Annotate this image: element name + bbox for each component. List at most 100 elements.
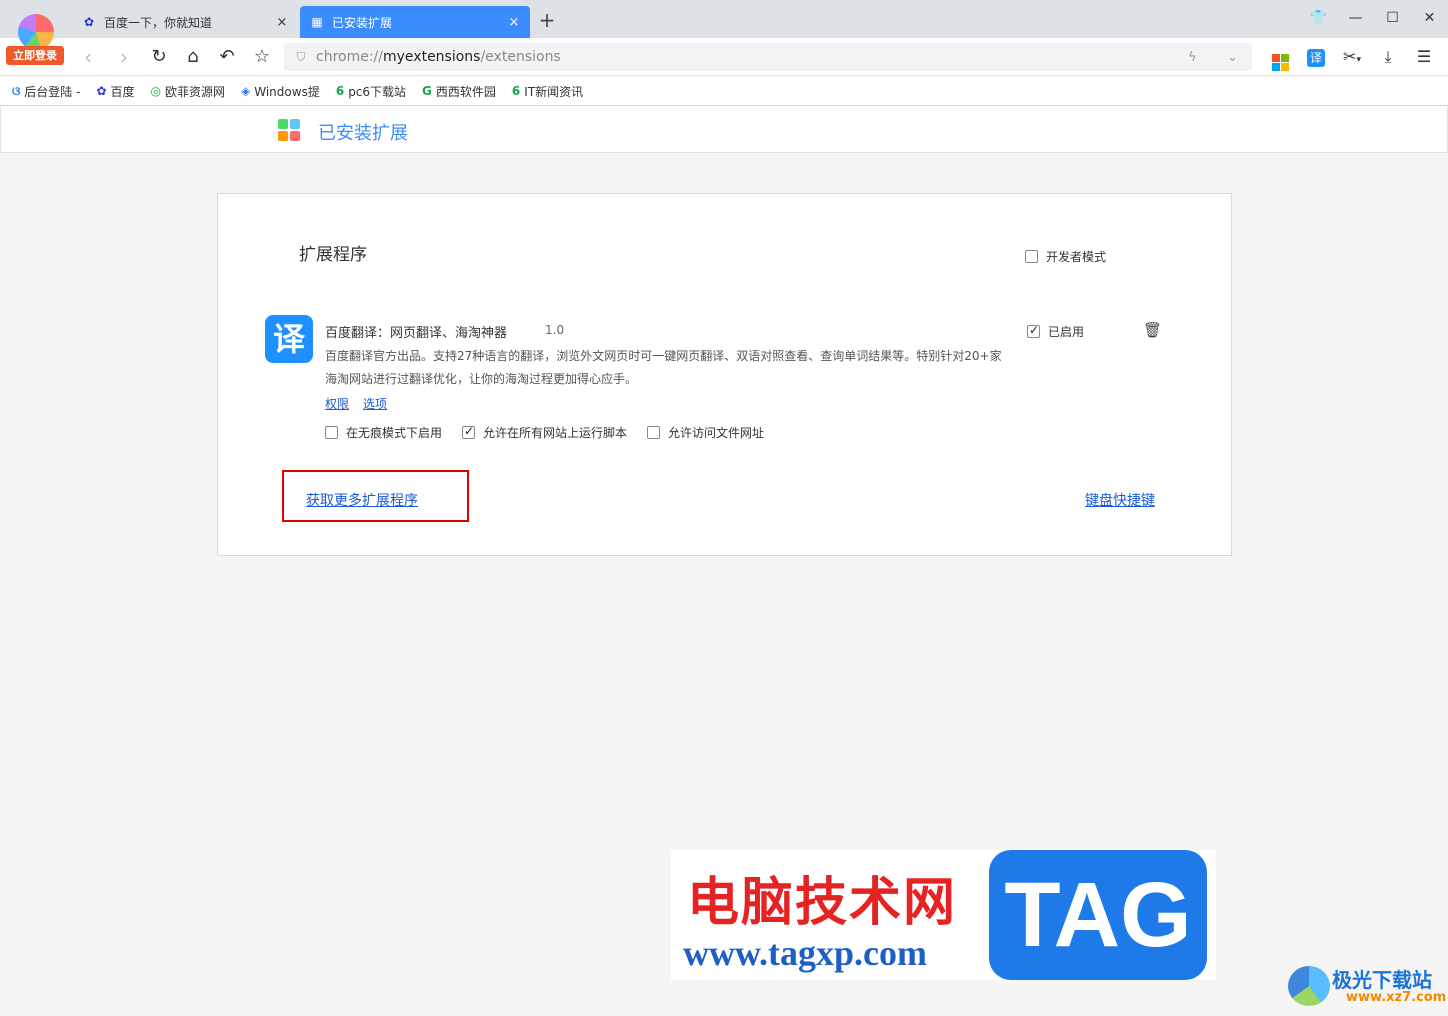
xixi-icon: G: [422, 84, 432, 98]
back-button[interactable]: ‹: [74, 44, 102, 70]
developer-mode-label: 开发者模式: [1046, 250, 1107, 264]
all-sites-checkbox[interactable]: [462, 424, 476, 439]
file-urls-checkbox[interactable]: [647, 426, 661, 439]
new-tab-button[interactable]: +: [536, 8, 558, 32]
page-header: 已安装扩展: [0, 107, 1448, 153]
undo-close-button[interactable]: ↶: [213, 44, 241, 70]
url-text[interactable]: chrome://myextensions/extensions: [316, 49, 1188, 65]
bookmarks-bar: ଓ 后台登陆 - ✿ 百度 ◎ 欧菲资源网 ◈ Windows提 6 pc6下载站 G 西西…: [0, 77, 1448, 106]
apps-grid-icon: [1271, 54, 1289, 71]
pc6-icon: 6: [335, 84, 345, 98]
toolbar-icons: 译 ✂▾ ⤓ ☰: [1262, 44, 1442, 71]
toolbar: ‹ › ↻ ⌂ ↶ ☆ ⛉ chrome://myextensions/exte…: [0, 38, 1448, 76]
file-urls-option[interactable]: 允许访问文件网址: [647, 424, 764, 441]
close-window-button[interactable]: ✕: [1411, 0, 1448, 36]
extension-links: 权限 选项: [325, 395, 387, 412]
trash-icon[interactable]: 🗑: [1143, 321, 1162, 339]
enabled-checkbox[interactable]: [1027, 323, 1040, 338]
all-sites-option[interactable]: 允许在所有网站上运行脚本: [462, 424, 627, 441]
watermark-url: www.tagxp.com: [683, 933, 927, 973]
watermark-tag-badge: TAG: [989, 850, 1207, 980]
lightning-icon[interactable]: ϟ: [1188, 50, 1197, 65]
scissors-icon: ✂: [1343, 47, 1357, 66]
bookmark-label: 西西软件园: [435, 84, 496, 99]
options-link[interactable]: 选项: [363, 395, 387, 412]
bookmark-label: pc6下载站: [348, 84, 407, 99]
watermark-xz7: 极光下载站 www.xz7.com: [1288, 962, 1446, 1012]
login-badge[interactable]: 立即登录: [6, 46, 64, 65]
xz7-logo-icon: [1288, 966, 1330, 1006]
extension-name: 百度翻译：网页翻译、海淘神器: [325, 326, 508, 341]
extension-version: 1.0: [545, 323, 565, 337]
section-title: 扩展程序: [299, 245, 367, 265]
bookmark-item[interactable]: ଓ 后台登陆 -: [12, 83, 80, 100]
reload-button[interactable]: ↻: [145, 44, 173, 70]
close-icon[interactable]: ×: [504, 15, 524, 30]
translate-icon: 译: [265, 315, 313, 363]
bookmark-label: Windows提: [254, 84, 320, 99]
watermark-cn-text: 电脑技术网: [687, 872, 958, 933]
bookmark-item[interactable]: 6 IT新闻资讯: [512, 83, 583, 100]
tab-title: 百度一下，你就知道: [104, 15, 213, 30]
watermark-tagxp: 电脑技术网 www.tagxp.com TAG: [671, 850, 1216, 980]
enabled-toggle[interactable]: 已启用: [1027, 323, 1084, 340]
incognito-checkbox[interactable]: [325, 426, 338, 439]
translate-icon: 译: [1307, 49, 1325, 67]
screenshot-button[interactable]: ✂▾: [1334, 44, 1370, 70]
tab-baidu[interactable]: ✿ 百度一下，你就知道 ×: [72, 6, 298, 38]
window-controls: 👕 — ☐ ✕: [1300, 0, 1448, 36]
bookmark-item[interactable]: ✿ 百度: [96, 83, 134, 100]
tab-installed-extensions[interactable]: ▦ 已安装扩展 ×: [300, 6, 530, 38]
shield-icon: ⛉: [296, 50, 306, 64]
tab-strip: ✿ 百度一下，你就知道 × ▦ 已安装扩展 × + 👕 — ☐ ✕: [0, 0, 1448, 38]
bookmark-label: 欧菲资源网: [165, 84, 226, 99]
extension-description: 百度翻译官方出品。支持27种语言的翻译，浏览外文网页时可一键网页翻译、双语对照查…: [325, 349, 1002, 386]
bookmark-item[interactable]: 6 pc6下载站: [336, 83, 406, 100]
option-label: 允许在所有网站上运行脚本: [483, 426, 628, 440]
maximize-button[interactable]: ☐: [1374, 0, 1411, 36]
watermark-site-name: 极光下载站: [1332, 968, 1432, 992]
backend-icon: ଓ: [12, 83, 21, 98]
bookmark-item[interactable]: ◈ Windows提: [241, 83, 320, 100]
chevron-down-icon[interactable]: ▾: [1356, 55, 1361, 65]
home-button[interactable]: ⌂: [179, 44, 207, 70]
baidu-paw-icon: ✿: [96, 84, 107, 98]
extensions-card: 扩展程序 开发者模式 译 百度翻译：网页翻译、海淘神器 1.0 百度翻译官方出品…: [217, 193, 1232, 556]
developer-mode-toggle[interactable]: 开发者模式: [1025, 248, 1106, 265]
hamburger-menu-icon: ☰: [1416, 47, 1432, 66]
pc6-icon: 6: [511, 84, 521, 98]
address-bar[interactable]: ⛉ chrome://myextensions/extensions ϟ ⌄: [284, 43, 1252, 71]
menu-button[interactable]: ☰: [1406, 44, 1442, 70]
bookmark-item[interactable]: ◎ 欧菲资源网: [151, 83, 226, 100]
download-button[interactable]: ⤓: [1370, 44, 1406, 70]
bookmark-star-button[interactable]: ☆: [248, 44, 276, 70]
bookmark-label: IT新闻资讯: [524, 84, 584, 99]
oufei-icon: ◎: [150, 84, 161, 98]
get-more-extensions-link[interactable]: 获取更多扩展程序: [306, 490, 418, 510]
close-icon[interactable]: ×: [272, 15, 292, 30]
incognito-option[interactable]: 在无痕模式下启用: [325, 424, 442, 441]
enabled-label: 已启用: [1048, 325, 1085, 339]
apps-button[interactable]: [1262, 44, 1298, 71]
windows-icon: ◈: [241, 84, 251, 98]
option-label: 允许访问文件网址: [668, 426, 765, 440]
skin-icon[interactable]: 👕: [1300, 0, 1337, 36]
browser-logo-icon: [18, 14, 54, 50]
extension-options: 在无痕模式下启用 允许在所有网站上运行脚本 允许访问文件网址: [325, 424, 784, 441]
permissions-link[interactable]: 权限: [325, 395, 349, 412]
bookmark-item[interactable]: G 西西软件园: [422, 83, 496, 100]
baidu-paw-icon: ✿: [83, 15, 95, 29]
bookmark-label: 后台登陆 -: [24, 84, 81, 99]
browser-logo[interactable]: 立即登录: [6, 10, 66, 68]
minimize-button[interactable]: —: [1337, 0, 1374, 36]
tab-title: 已安装扩展: [332, 15, 393, 30]
option-label: 在无痕模式下启用: [346, 426, 443, 440]
developer-mode-checkbox[interactable]: [1025, 250, 1038, 263]
translate-extension-button[interactable]: 译: [1298, 44, 1334, 70]
forward-button[interactable]: ›: [110, 44, 138, 70]
keyboard-shortcuts-link[interactable]: 键盘快捷键: [1085, 490, 1155, 510]
extensions-page-icon: ▦: [311, 15, 323, 29]
page-title: 已安装扩展: [318, 123, 408, 144]
extensions-logo-icon: [278, 119, 300, 141]
chevron-down-icon[interactable]: ⌄: [1227, 50, 1238, 65]
